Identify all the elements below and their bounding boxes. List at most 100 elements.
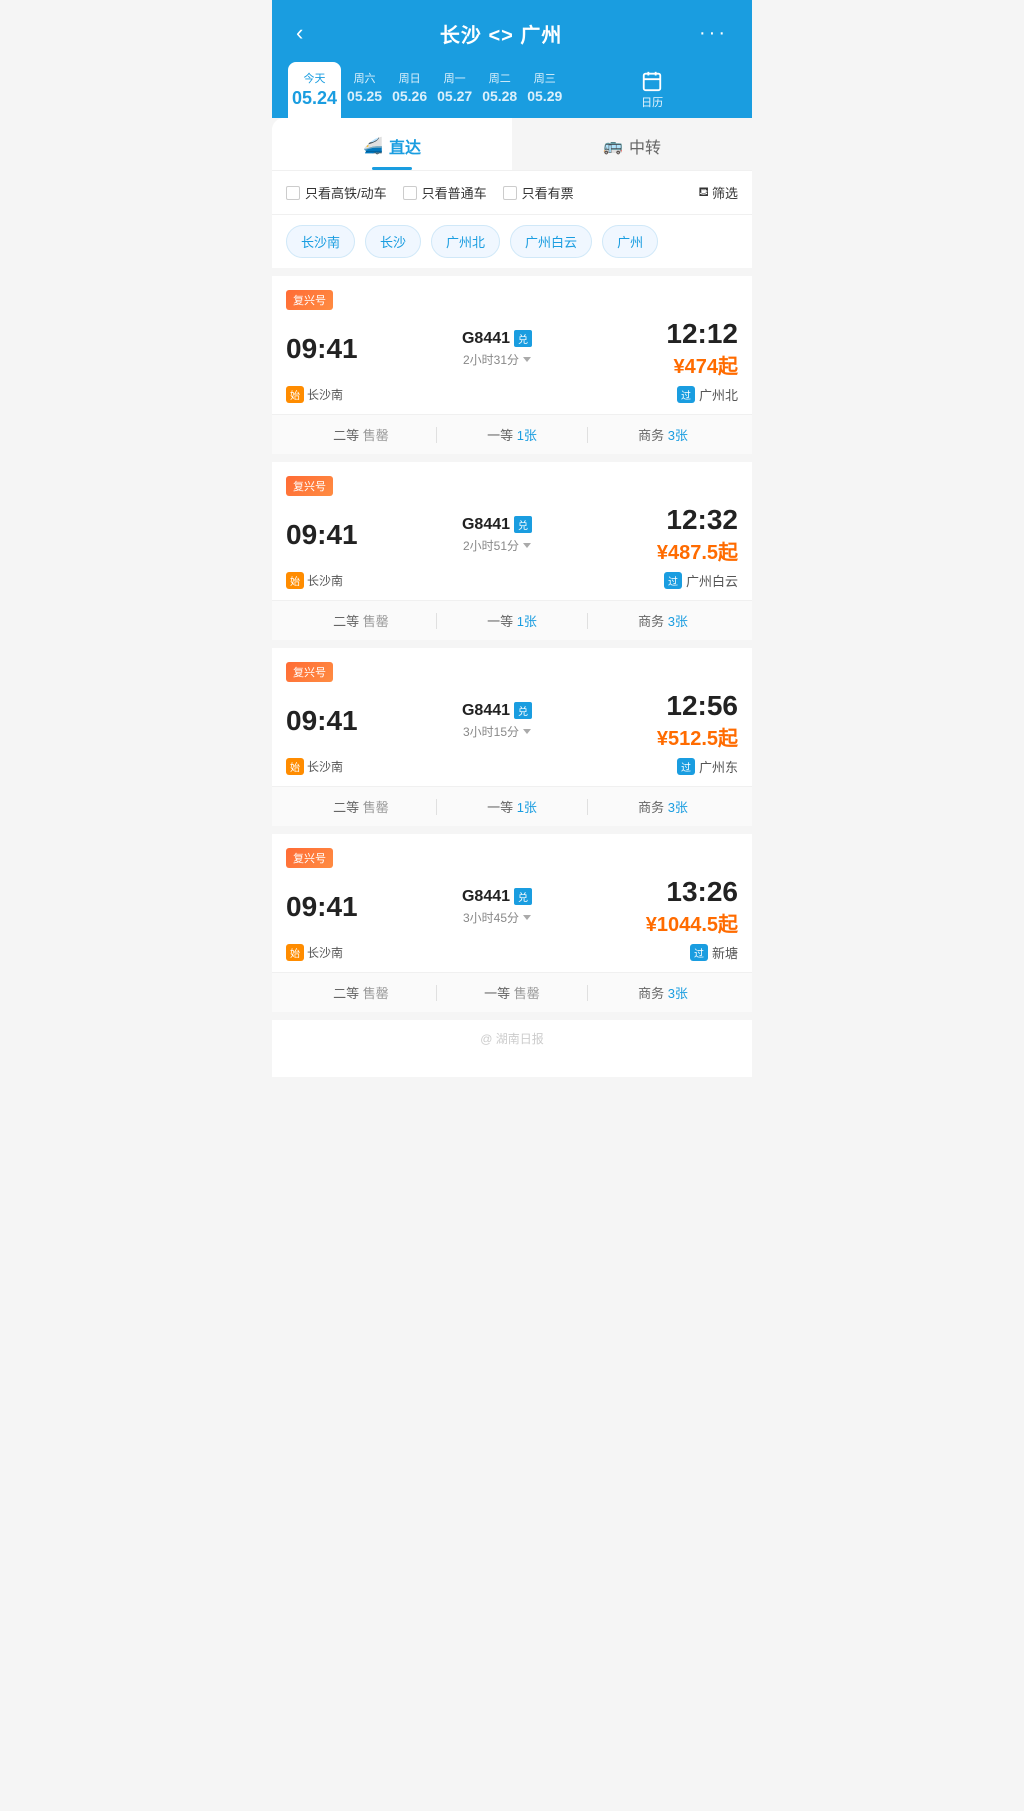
tab-transfer-label: 中转: [629, 134, 661, 158]
checkbox-available[interactable]: [503, 186, 517, 200]
date-num: 05.24: [292, 88, 337, 109]
date-tab-05.26[interactable]: 周日05.26: [388, 62, 431, 118]
origin-badge-0: 始: [286, 386, 304, 403]
train-card-1[interactable]: 复兴号 09:41 G8441 兑 2小时51分 12:32 ¥487.5起: [272, 462, 752, 590]
tab-direct[interactable]: 🚄 直达: [272, 118, 512, 170]
date-num: 05.29: [527, 88, 562, 104]
date-tab-05.24[interactable]: 今天05.24: [288, 62, 341, 118]
train-middle-3: G8441 兑 3小时45分: [366, 888, 628, 926]
date-num: 05.26: [392, 88, 427, 104]
dest-tag-3: 过 新塘: [690, 943, 738, 962]
arrow-down-0: [523, 357, 531, 362]
origin-station-0: 长沙南: [307, 386, 343, 403]
more-button[interactable]: ···: [691, 18, 736, 49]
exchange-badge-1: 兑: [514, 516, 532, 533]
right-col-2: 12:56 ¥512.5起: [628, 690, 738, 751]
filter-row: 只看高铁/动车 只看普通车 只看有票 ⛾ 筛选: [272, 171, 752, 215]
business-class-1: 商务 3张: [588, 611, 738, 630]
train-card-0[interactable]: 复兴号 09:41 G8441 兑 2小时31分 12:12 ¥474起: [272, 276, 752, 404]
checkbox-regular[interactable]: [403, 186, 417, 200]
train-number-2: G8441: [462, 702, 510, 720]
checkbox-high-speed[interactable]: [286, 186, 300, 200]
day-label: 周一: [437, 70, 472, 86]
second-class-0: 二等 售罄: [286, 425, 436, 444]
origin-badge-3: 始: [286, 944, 304, 961]
train-main-row-3: 09:41 G8441 兑 3小时45分 13:26 ¥1044.5起: [286, 876, 738, 937]
sub-row-0: 始 长沙南 过 广州北: [286, 385, 738, 404]
filter-btn-label: 筛选: [712, 183, 738, 202]
train-icon: 🚄: [363, 136, 383, 156]
duration-row-1: 2小时51分: [463, 537, 531, 554]
fuxing-badge-0: 复兴号: [286, 290, 333, 310]
arrive-time-0: 12:12: [628, 318, 738, 350]
ticket-row-2: 二等 售罄 一等 1张 商务 3张: [272, 786, 752, 826]
via-badge-0: 过: [677, 386, 695, 403]
station-chip-广州北[interactable]: 广州北: [431, 225, 500, 258]
calendar-icon: [641, 70, 663, 92]
ticket-row-0: 二等 售罄 一等 1张 商务 3张: [272, 414, 752, 454]
date-tab-05.27[interactable]: 周一05.27: [433, 62, 476, 118]
date-tab-05.29[interactable]: 周三 05.29: [523, 62, 566, 118]
date-tab-05.25[interactable]: 周六05.25: [343, 62, 386, 118]
first-class-1: 一等 1张: [437, 611, 587, 630]
first-class-2: 一等 1张: [437, 797, 587, 816]
calendar-tab[interactable]: 日历: [568, 62, 736, 118]
station-filter: 长沙南长沙广州北广州白云广州: [272, 215, 752, 276]
train-number-row-2: G8441 兑: [462, 702, 532, 720]
filter-available[interactable]: 只看有票: [503, 183, 574, 202]
price-3: ¥1044.5起: [628, 908, 738, 937]
origin-tag-3: 始 长沙南: [286, 944, 343, 961]
filter-regular[interactable]: 只看普通车: [403, 183, 487, 202]
bus-icon: 🚌: [603, 136, 623, 156]
filter-high-speed[interactable]: 只看高铁/动车: [286, 183, 387, 202]
origin-station-1: 长沙南: [307, 572, 343, 589]
train-number-row-1: G8441 兑: [462, 516, 532, 534]
price-0: ¥474起: [628, 350, 738, 379]
train-number-row-3: G8441 兑: [462, 888, 532, 906]
train-section-1: 复兴号 09:41 G8441 兑 2小时51分 12:32 ¥487.5起: [272, 462, 752, 648]
depart-time-2: 09:41: [286, 705, 366, 737]
train-number-3: G8441: [462, 888, 510, 906]
arrow-down-3: [523, 915, 531, 920]
station-chip-长沙[interactable]: 长沙: [365, 225, 421, 258]
dest-tag-0: 过 广州北: [677, 385, 738, 404]
filter-regular-label: 只看普通车: [422, 183, 487, 202]
calendar-label: 日历: [641, 94, 663, 110]
train-list: 复兴号 09:41 G8441 兑 2小时31分 12:12 ¥474起: [272, 276, 752, 1020]
tab-transfer[interactable]: 🚌 中转: [512, 118, 752, 170]
depart-time-3: 09:41: [286, 891, 366, 923]
origin-station-3: 长沙南: [307, 944, 343, 961]
via-badge-3: 过: [690, 944, 708, 961]
arrive-time-1: 12:32: [628, 504, 738, 536]
filter-button[interactable]: ⛾ 筛选: [698, 183, 738, 202]
train-section-2: 复兴号 09:41 G8441 兑 3小时15分 12:56 ¥512.5起: [272, 648, 752, 834]
duration-1: 2小时51分: [463, 537, 519, 554]
date-num: 05.28: [482, 88, 517, 104]
station-chip-广州白云[interactable]: 广州白云: [510, 225, 592, 258]
origin-tag-0: 始 长沙南: [286, 386, 343, 403]
date-num: 05.25: [347, 88, 382, 104]
depart-time-0: 09:41: [286, 333, 366, 365]
station-chip-长沙南[interactable]: 长沙南: [286, 225, 355, 258]
back-button[interactable]: ‹: [288, 16, 311, 50]
first-class-0: 一等 1张: [437, 425, 587, 444]
filter-icon: ⛾: [698, 184, 709, 202]
day-label: 周三: [527, 70, 562, 86]
service-tabs: 🚄 直达 🚌 中转: [272, 118, 752, 171]
date-tab-05.28[interactable]: 周二05.28: [478, 62, 521, 118]
train-card-2[interactable]: 复兴号 09:41 G8441 兑 3小时15分 12:56 ¥512.5起: [272, 648, 752, 776]
train-number-1: G8441: [462, 516, 510, 534]
watermark: @ 湖南日报: [272, 1020, 752, 1057]
train-card-3[interactable]: 复兴号 09:41 G8441 兑 3小时45分 13:26 ¥1044.5起: [272, 834, 752, 962]
filter-available-label: 只看有票: [522, 183, 574, 202]
ticket-row-1: 二等 售罄 一等 1张 商务 3张: [272, 600, 752, 640]
train-main-row-1: 09:41 G8441 兑 2小时51分 12:32 ¥487.5起: [286, 504, 738, 565]
tab-direct-label: 直达: [389, 134, 421, 158]
filter-high-speed-label: 只看高铁/动车: [305, 183, 387, 202]
train-main-row-0: 09:41 G8441 兑 2小时31分 12:12 ¥474起: [286, 318, 738, 379]
fuxing-badge-2: 复兴号: [286, 662, 333, 682]
price-1: ¥487.5起: [628, 536, 738, 565]
train-number-0: G8441: [462, 330, 510, 348]
arrive-time-3: 13:26: [628, 876, 738, 908]
station-chip-广州[interactable]: 广州: [602, 225, 658, 258]
